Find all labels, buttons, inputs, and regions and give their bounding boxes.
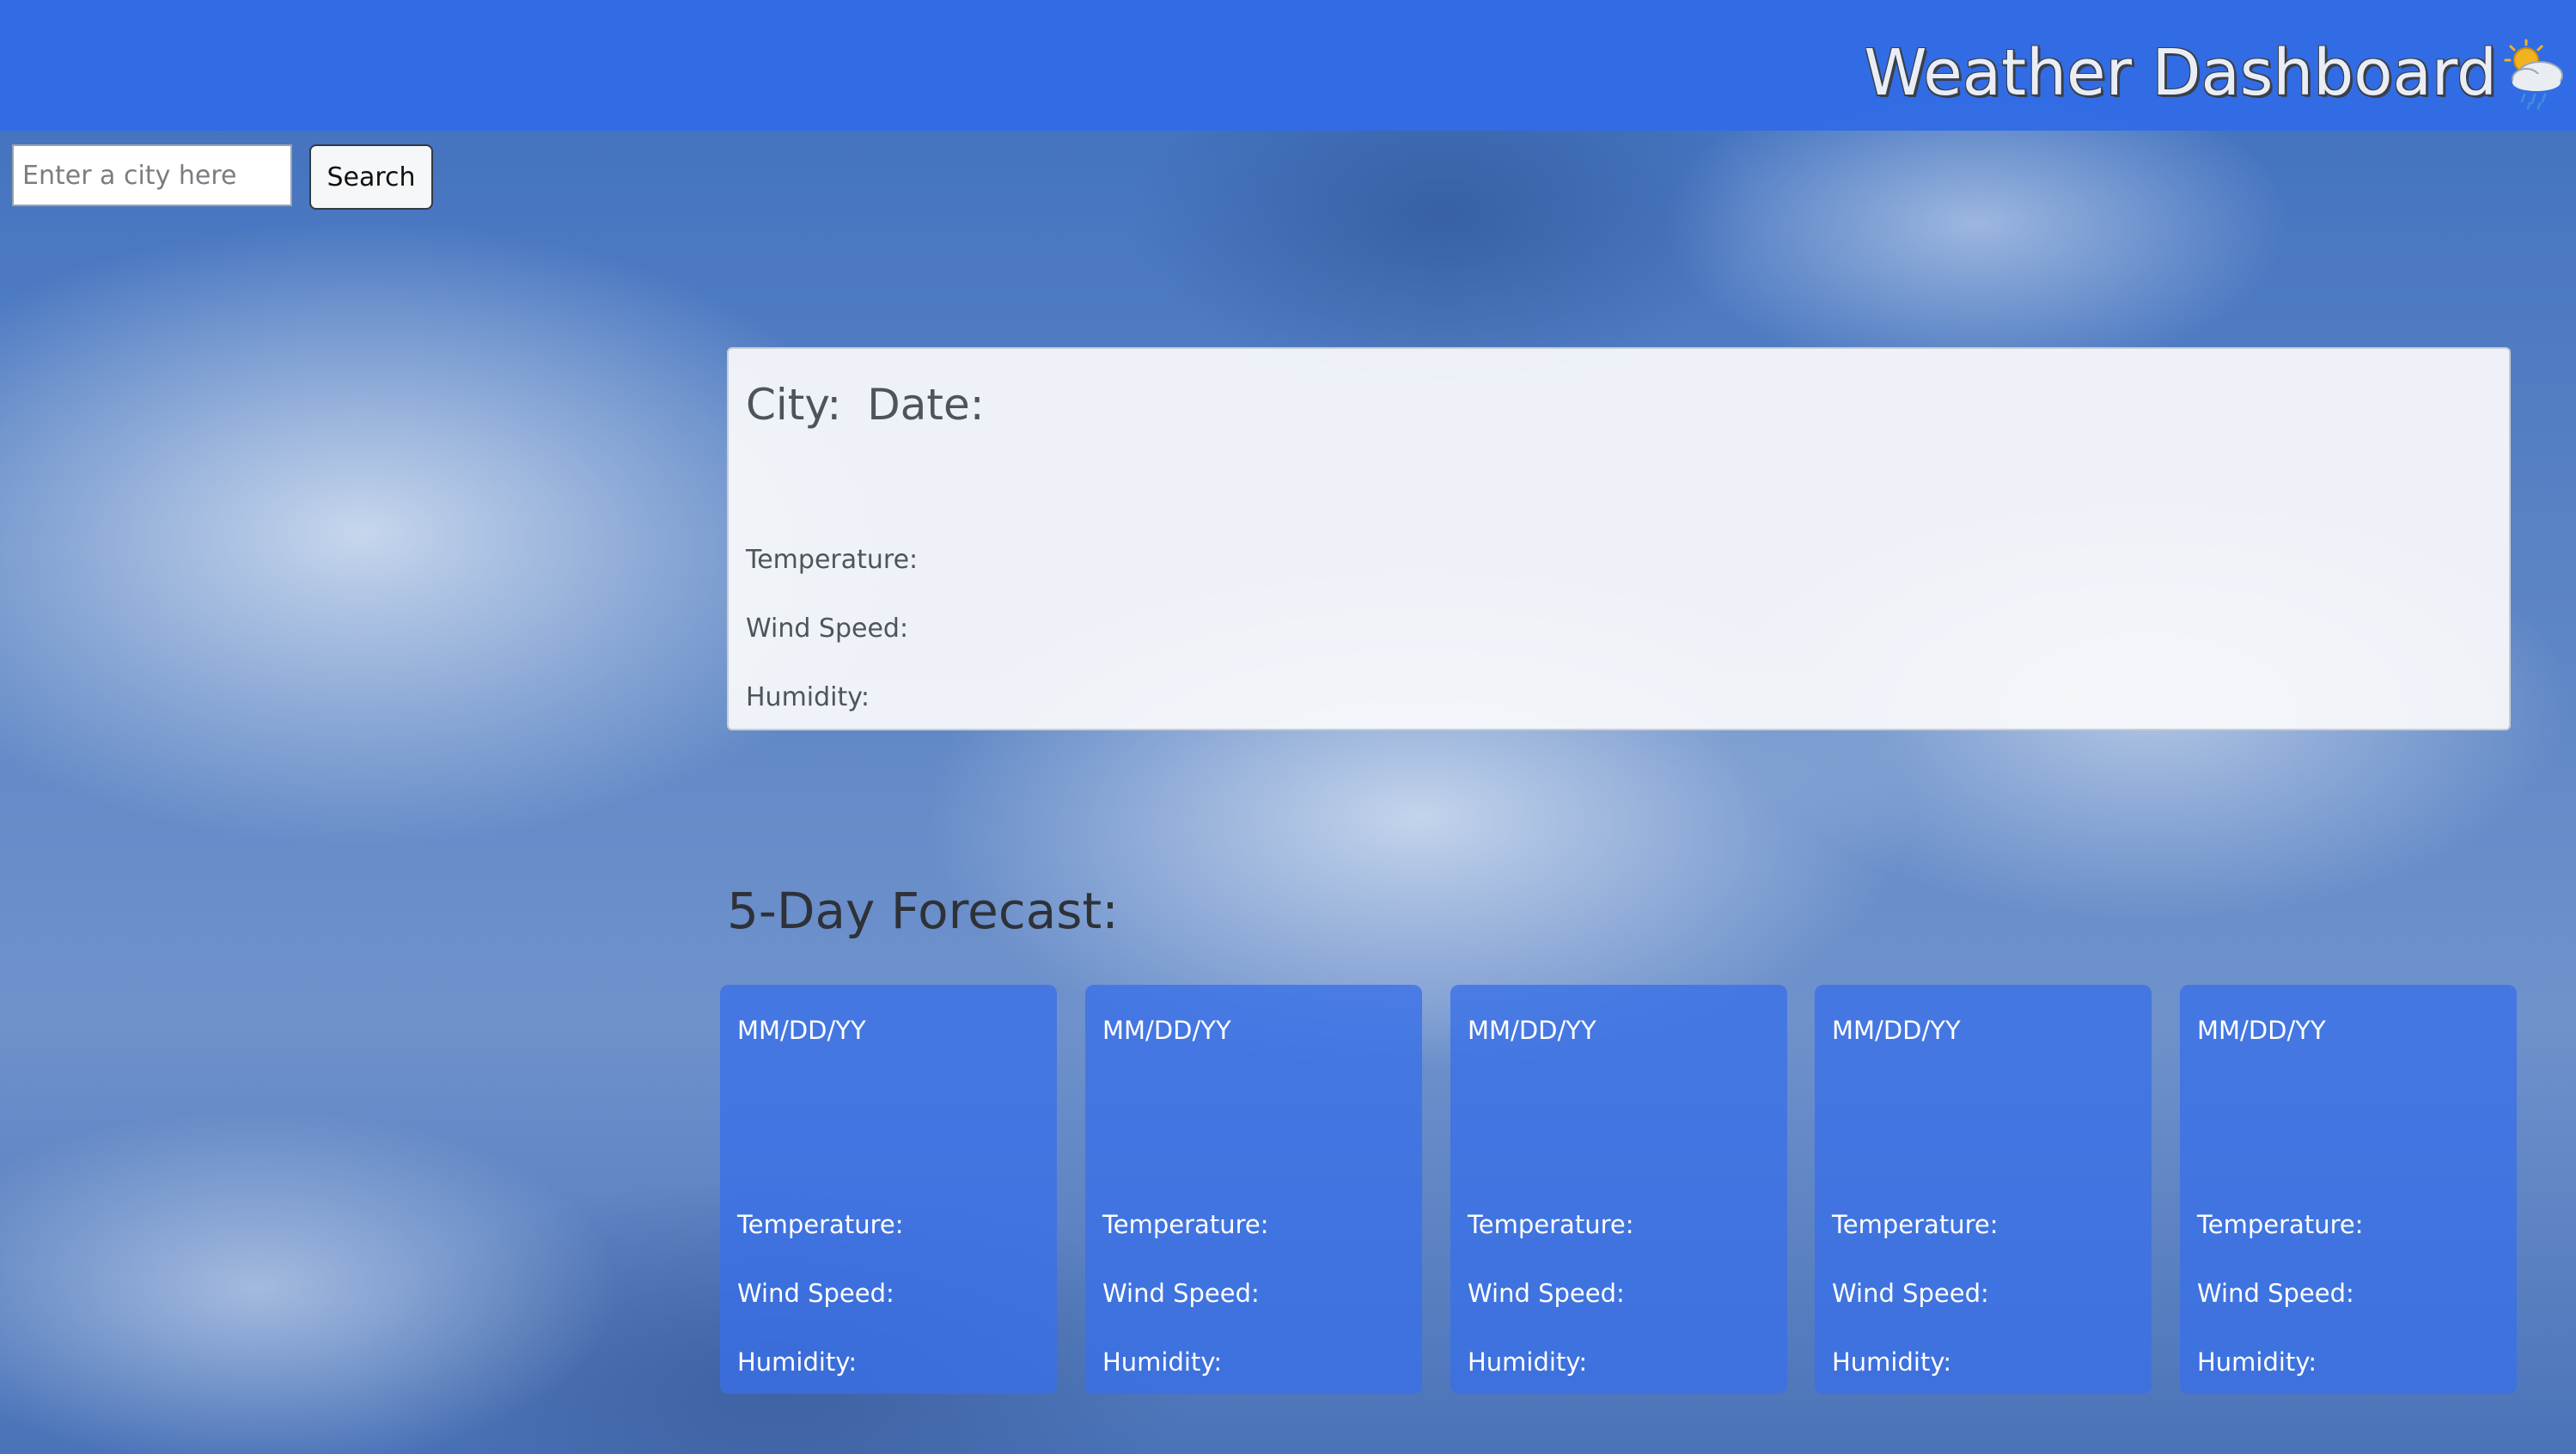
forecast-wind-speed: Wind Speed:	[1102, 1279, 1260, 1308]
forecast-date: MM/DD/YY	[737, 1016, 866, 1045]
forecast-wind-speed: Wind Speed:	[737, 1279, 894, 1308]
forecast-temperature: Temperature:	[737, 1210, 904, 1239]
city-search-input[interactable]	[12, 144, 292, 206]
forecast-date: MM/DD/YY	[1102, 1016, 1231, 1045]
city-label: City:	[746, 380, 842, 430]
forecast-title: 5-Day Forecast:	[727, 882, 1119, 940]
current-humidity: Humidity:	[746, 682, 870, 712]
current-weather-heading: City: Date:	[746, 380, 985, 430]
forecast-wind-speed: Wind Speed:	[1468, 1279, 1625, 1308]
forecast-temperature: Temperature:	[1102, 1210, 1269, 1239]
forecast-humidity: Humidity:	[1832, 1347, 1952, 1377]
forecast-wind-speed: Wind Speed:	[2197, 1279, 2354, 1308]
forecast-date: MM/DD/YY	[1468, 1016, 1596, 1045]
forecast-humidity: Humidity:	[737, 1347, 858, 1377]
page-title: Weather Dashboard	[1864, 36, 2497, 110]
forecast-wind-speed: Wind Speed:	[1832, 1279, 1989, 1308]
search-button[interactable]: Search	[309, 144, 433, 210]
date-label: Date:	[867, 380, 985, 430]
forecast-card: MM/DD/YY Temperature: Wind Speed: Humidi…	[2180, 985, 2517, 1394]
forecast-temperature: Temperature:	[1832, 1210, 1999, 1239]
forecast-temperature: Temperature:	[1468, 1210, 1634, 1239]
forecast-date: MM/DD/YY	[2197, 1016, 2326, 1045]
sun-cloud-rain-icon	[2504, 39, 2563, 110]
forecast-humidity: Humidity:	[1102, 1347, 1223, 1377]
forecast-card: MM/DD/YY Temperature: Wind Speed: Humidi…	[1450, 985, 1787, 1394]
forecast-date: MM/DD/YY	[1832, 1016, 1961, 1045]
current-wind-speed: Wind Speed:	[746, 614, 909, 644]
forecast-card: MM/DD/YY Temperature: Wind Speed: Humidi…	[1815, 985, 2152, 1394]
header-bar: Weather Dashboard	[0, 0, 2576, 131]
current-weather-card: City: Date: Temperature: Wind Speed: Hum…	[727, 347, 2511, 730]
forecast-card: MM/DD/YY Temperature: Wind Speed: Humidi…	[1085, 985, 1422, 1394]
forecast-card: MM/DD/YY Temperature: Wind Speed: Humidi…	[720, 985, 1057, 1394]
forecast-humidity: Humidity:	[1468, 1347, 1588, 1377]
current-temperature: Temperature:	[746, 545, 919, 575]
forecast-humidity: Humidity:	[2197, 1347, 2317, 1377]
forecast-temperature: Temperature:	[2197, 1210, 2364, 1239]
